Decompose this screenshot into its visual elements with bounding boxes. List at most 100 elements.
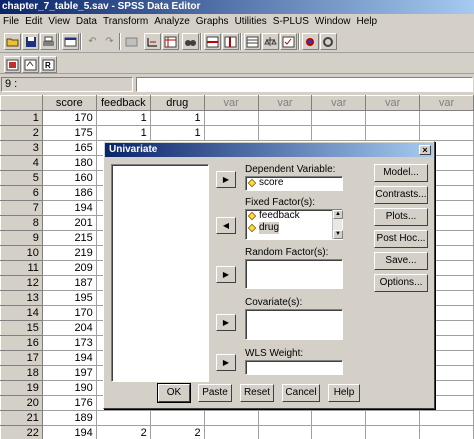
row-number[interactable]: 14: [0, 305, 43, 321]
menu-analyze[interactable]: Analyze: [151, 14, 193, 30]
dependent-variable-item[interactable]: score: [246, 177, 342, 189]
cell-feedback[interactable]: 2: [95, 425, 151, 439]
menu-utilities[interactable]: Utilities: [232, 14, 270, 30]
cell-score[interactable]: 175: [41, 125, 97, 141]
select-cases-icon[interactable]: [280, 33, 297, 50]
spss-icon[interactable]: [4, 56, 21, 73]
scroll-up-icon[interactable]: ▲: [333, 210, 343, 219]
row-number[interactable]: 13: [0, 290, 43, 306]
cell-feedback[interactable]: [95, 410, 151, 426]
cell-empty[interactable]: [419, 425, 474, 439]
dialog-recall-icon[interactable]: [62, 33, 79, 50]
source-variable-list[interactable]: [111, 164, 209, 382]
move-covariate-arrow-icon[interactable]: ▶: [216, 314, 236, 331]
cell-feedback[interactable]: 1: [95, 125, 151, 141]
covariates-list[interactable]: [245, 309, 343, 340]
cell-empty[interactable]: [257, 125, 313, 141]
cell-drug[interactable]: 2: [149, 425, 205, 439]
row-number[interactable]: 6: [0, 185, 43, 201]
row-number[interactable]: 22: [0, 425, 43, 439]
cell-feedback[interactable]: 1: [95, 110, 151, 126]
table-row[interactable]: 2 175 1 1: [0, 125, 474, 141]
cell-score[interactable]: 170: [41, 305, 97, 321]
row-number[interactable]: 11: [0, 260, 43, 276]
menu-window[interactable]: Window: [312, 14, 354, 30]
cell-score[interactable]: 204: [41, 320, 97, 336]
cell-score[interactable]: 219: [41, 245, 97, 261]
fixed-factors-scrollbar[interactable]: ▲ ▼: [332, 210, 343, 239]
cell-score[interactable]: 201: [41, 215, 97, 231]
options-button[interactable]: Options...: [374, 274, 428, 292]
post-hoc-button[interactable]: Post Hoc...: [374, 230, 428, 248]
use-sets-icon[interactable]: [320, 33, 337, 50]
r-icon[interactable]: R: [40, 56, 57, 73]
cell-score[interactable]: 165: [41, 140, 97, 156]
fixed-factor-item[interactable]: drug: [246, 222, 342, 234]
row-number[interactable]: 3: [0, 140, 43, 156]
cell-score[interactable]: 194: [41, 200, 97, 216]
table-row[interactable]: 21 189: [0, 410, 474, 426]
cell-score[interactable]: 180: [41, 155, 97, 171]
menu-edit[interactable]: Edit: [22, 14, 45, 30]
row-number[interactable]: 12: [0, 275, 43, 291]
cell-empty[interactable]: [419, 125, 474, 141]
cell-empty[interactable]: [419, 110, 474, 126]
find-icon[interactable]: [182, 33, 199, 50]
menu-file[interactable]: File: [0, 14, 22, 30]
weight-cases-icon[interactable]: [262, 33, 279, 50]
cell-empty[interactable]: [311, 125, 367, 141]
cell-score[interactable]: 195: [41, 290, 97, 306]
row-number[interactable]: 15: [0, 320, 43, 336]
cancel-button[interactable]: Cancel: [282, 384, 320, 402]
column-header-score[interactable]: score: [41, 95, 97, 111]
cell-score[interactable]: 170: [41, 110, 97, 126]
cell-score[interactable]: 160: [41, 170, 97, 186]
row-number[interactable]: 18: [0, 365, 43, 381]
contrasts-button[interactable]: Contrasts...: [374, 186, 428, 204]
cell-score[interactable]: 190: [41, 380, 97, 396]
variables-icon[interactable]: [162, 33, 179, 50]
column-header-var[interactable]: var: [311, 95, 367, 111]
cell-score[interactable]: 173: [41, 335, 97, 351]
cell-drug[interactable]: [149, 410, 205, 426]
cell-empty[interactable]: [365, 425, 421, 439]
cell-score[interactable]: 194: [41, 350, 97, 366]
cell-empty[interactable]: [419, 410, 474, 426]
cell-score[interactable]: 209: [41, 260, 97, 276]
cell-empty[interactable]: [203, 110, 259, 126]
cell-score[interactable]: 194: [41, 425, 97, 439]
row-number[interactable]: 5: [0, 170, 43, 186]
insert-case-icon[interactable]: [204, 33, 221, 50]
column-header-var[interactable]: var: [419, 95, 474, 111]
row-number[interactable]: 7: [0, 200, 43, 216]
print-icon[interactable]: [40, 33, 57, 50]
row-number[interactable]: 2: [0, 125, 43, 141]
row-number[interactable]: 8: [0, 215, 43, 231]
move-dependent-arrow-icon[interactable]: ▶: [216, 171, 236, 188]
reset-button[interactable]: Reset: [240, 384, 274, 402]
row-number[interactable]: 21: [0, 410, 43, 426]
row-number[interactable]: 10: [0, 245, 43, 261]
goto-case-icon[interactable]: [144, 33, 161, 50]
cell-score[interactable]: 189: [41, 410, 97, 426]
scroll-down-icon[interactable]: ▼: [333, 230, 343, 239]
split-file-icon[interactable]: [244, 33, 261, 50]
cell-empty[interactable]: [365, 125, 421, 141]
value-labels-icon[interactable]: [302, 33, 319, 50]
cell-drug[interactable]: 1: [149, 110, 205, 126]
wls-weight-field[interactable]: [245, 360, 343, 375]
column-header-var[interactable]: var: [365, 95, 421, 111]
open-icon[interactable]: [4, 33, 21, 50]
cell-drug[interactable]: 1: [149, 125, 205, 141]
s-plus-icon[interactable]: [22, 56, 39, 73]
dependent-variable-field[interactable]: score: [245, 176, 343, 191]
plots-button[interactable]: Plots...: [374, 208, 428, 226]
cell-score[interactable]: 215: [41, 230, 97, 246]
menu-view[interactable]: View: [45, 14, 73, 30]
help-button[interactable]: Help: [328, 384, 360, 402]
column-header-var[interactable]: var: [203, 95, 259, 111]
cell-empty[interactable]: [203, 410, 259, 426]
row-number[interactable]: 17: [0, 350, 43, 366]
row-number[interactable]: 1: [0, 110, 43, 126]
cell-score[interactable]: 187: [41, 275, 97, 291]
